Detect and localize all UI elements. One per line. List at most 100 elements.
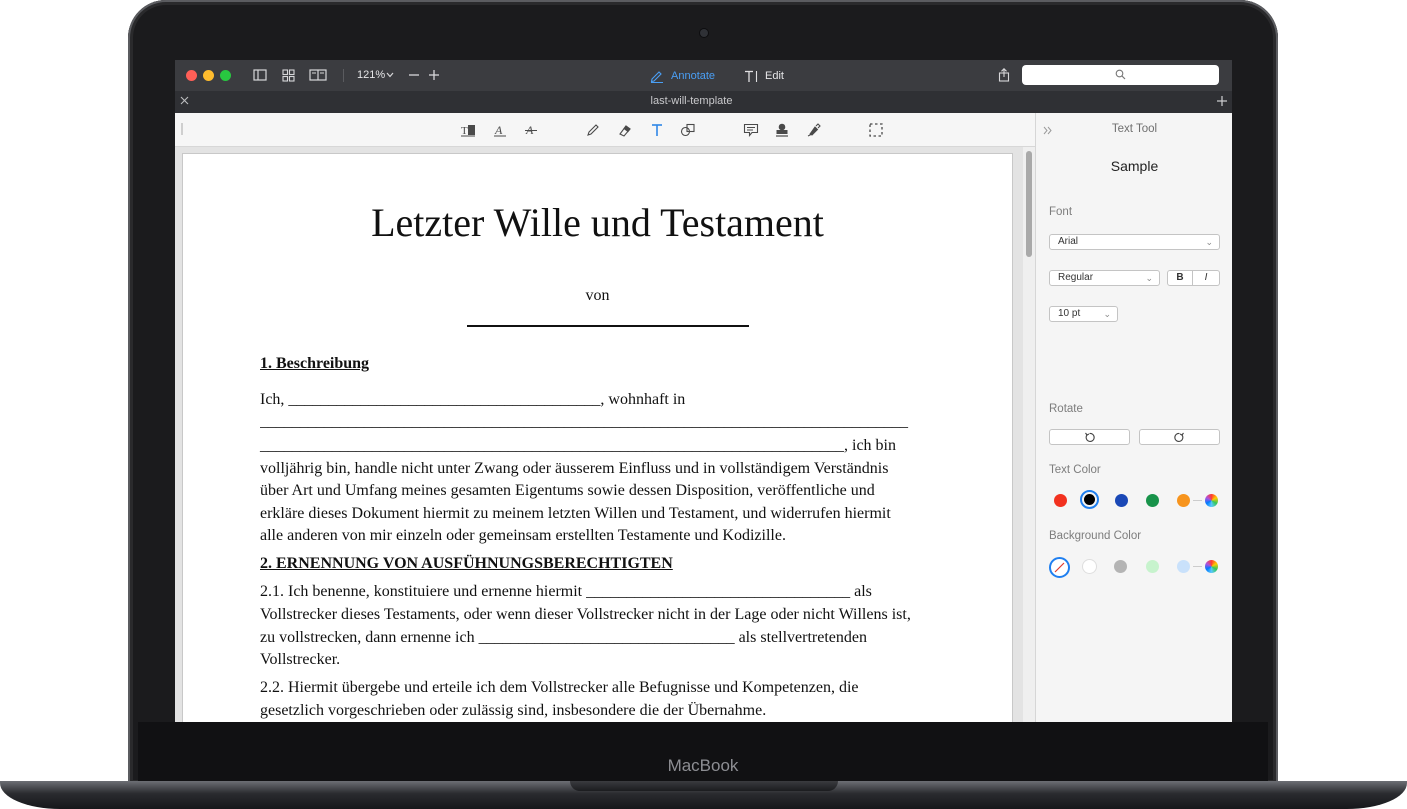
font-label: Font: [1049, 206, 1073, 218]
color-divider: [1193, 500, 1202, 501]
text-color-orange[interactable]: [1177, 494, 1190, 507]
inspector-panel: Text Tool Sample Font Arial ⌄ Regular ⌄ …: [1035, 113, 1232, 722]
app-window: 121% Annotate Edit last-will-template T …: [175, 60, 1232, 722]
brand-label: MacBook: [667, 756, 739, 775]
chevron-down-icon: ⌄: [1145, 273, 1153, 283]
text-cursor-icon: [744, 70, 759, 83]
hinge-notch: [570, 781, 838, 791]
background-color-label: Background Color: [1049, 530, 1142, 542]
tab-last-will-template[interactable]: last-will-template: [175, 95, 1208, 107]
chevron-down-icon: ⌄: [1103, 309, 1111, 319]
text-line: Ich, ___________________________________…: [260, 391, 686, 408]
edit-mode-label: Edit: [765, 70, 784, 82]
toolbar-separator: [343, 69, 344, 82]
scrollbar-thumb[interactable]: [1026, 151, 1032, 257]
svg-text:A: A: [494, 123, 503, 137]
edit-mode-button[interactable]: Edit: [744, 67, 784, 85]
text-line: erkläre dieses Dokument hiermit zu meine…: [260, 505, 891, 522]
background-color-white[interactable]: [1083, 560, 1096, 573]
text-color-red[interactable]: [1054, 494, 1067, 507]
rotate-right-icon: [1174, 432, 1184, 442]
tab-bar: last-will-template: [175, 91, 1232, 113]
text-line: zu vollstrecken, dann ernenne ich ______…: [260, 629, 867, 646]
background-color-light-green[interactable]: [1146, 560, 1159, 573]
search-icon: [1115, 69, 1126, 83]
zoom-level[interactable]: 121%: [357, 69, 385, 81]
shapes-icon[interactable]: [679, 121, 697, 139]
document-title: Letzter Wille und Testament: [371, 200, 824, 245]
two-page-view-icon[interactable]: [308, 66, 328, 84]
search-field[interactable]: [1022, 65, 1219, 85]
svg-text:T: T: [461, 125, 468, 137]
annotate-pen-icon: [649, 69, 665, 83]
color-divider: [1193, 566, 1202, 567]
text-highlight-icon[interactable]: T: [459, 121, 477, 139]
font-family-value: Arial: [1058, 236, 1079, 247]
pencil-icon[interactable]: [584, 121, 602, 139]
font-family-select[interactable]: Arial ⌄: [1049, 234, 1220, 250]
sidebar-icon[interactable]: [251, 66, 269, 84]
zoom-out-icon[interactable]: [407, 66, 421, 84]
eraser-icon[interactable]: [616, 121, 634, 139]
rotate-left-icon: [1085, 432, 1095, 442]
background-color-light-blue[interactable]: [1177, 560, 1190, 573]
stamp-icon[interactable]: [773, 121, 791, 139]
bold-button[interactable]: B: [1167, 270, 1193, 286]
zoom-window-button[interactable]: [220, 70, 231, 81]
font-style-value: Regular: [1058, 272, 1094, 283]
italic-button[interactable]: I: [1193, 270, 1220, 286]
background-color-gray[interactable]: [1114, 560, 1127, 573]
toolbar-grip: [181, 123, 183, 135]
text-line: ________________________________________…: [260, 413, 908, 430]
text-color-black-selected[interactable]: [1080, 490, 1099, 509]
minimize-window-button[interactable]: [203, 70, 214, 81]
comment-icon[interactable]: [742, 121, 760, 139]
zoom-in-icon[interactable]: [427, 66, 441, 84]
chevron-down-icon[interactable]: [385, 66, 395, 84]
no-background-color-selected[interactable]: [1049, 557, 1070, 578]
text-color-black: [1084, 494, 1095, 505]
font-style-select[interactable]: Regular ⌄: [1049, 270, 1160, 286]
text-line: 2.2. Hiermit übergebe und erteile ich de…: [260, 679, 859, 696]
font-size-value: 10 pt: [1058, 308, 1081, 319]
underline-text-icon[interactable]: A: [491, 121, 509, 139]
font-size-select[interactable]: 10 pt ⌄: [1049, 306, 1118, 322]
selection-icon[interactable]: [867, 121, 885, 139]
text-color-label: Text Color: [1049, 464, 1101, 476]
color-picker-icon[interactable]: [1205, 560, 1218, 573]
document-by: von: [585, 287, 610, 304]
annotate-mode-button[interactable]: Annotate: [649, 67, 715, 85]
text-line: Vollstrecker dieses Testaments, oder wen…: [260, 606, 911, 623]
no-color-icon: [1054, 562, 1065, 573]
text-line: gesetzlich vorgeschrieben oder zulässig …: [260, 702, 767, 719]
annotate-mode-label: Annotate: [671, 70, 716, 82]
annotation-toolbar: T A A: [175, 113, 1035, 147]
document-viewport[interactable]: Letzter Wille und Testament von 1. Besch…: [175, 147, 1035, 722]
text-line: ________________________________________…: [260, 437, 896, 454]
section-heading: 2. ERNENNUNG VON AUSFÜHNUNGSBERECHTIGTEN: [260, 555, 673, 572]
author-signature-line: [467, 325, 749, 327]
share-icon[interactable]: [996, 66, 1012, 84]
text-line: über Art und Umfang meines gesamten Eige…: [260, 482, 875, 499]
text-line: Vollstrecker.: [260, 651, 341, 668]
close-window-button[interactable]: [186, 70, 197, 81]
panel-title: Text Tool: [1111, 123, 1158, 135]
text-color-green[interactable]: [1146, 494, 1159, 507]
signature-pen-icon[interactable]: [805, 121, 823, 139]
camera: [700, 29, 708, 37]
rotate-left-button[interactable]: [1049, 429, 1130, 445]
strikethrough-text-icon[interactable]: A: [522, 121, 540, 139]
titlebar: 121% Annotate Edit: [175, 60, 1232, 91]
text-tool-icon[interactable]: [648, 121, 666, 139]
chevron-down-icon: ⌄: [1205, 237, 1213, 247]
document-page: Letzter Wille und Testament von 1. Besch…: [183, 154, 1012, 722]
text-color-blue[interactable]: [1115, 494, 1128, 507]
rotate-right-button[interactable]: [1139, 429, 1220, 445]
thumbnails-icon[interactable]: [279, 66, 297, 84]
text-line: volljährig bin, handle nicht unter Zwang…: [260, 460, 889, 477]
rotate-label: Rotate: [1049, 403, 1083, 415]
new-tab-icon[interactable]: [1216, 95, 1228, 110]
section-heading: 1. Beschreibung: [260, 355, 370, 372]
color-picker-icon[interactable]: [1205, 494, 1218, 507]
text-line: 2.1. Ich benenne, konstituiere und ernen…: [260, 583, 872, 600]
